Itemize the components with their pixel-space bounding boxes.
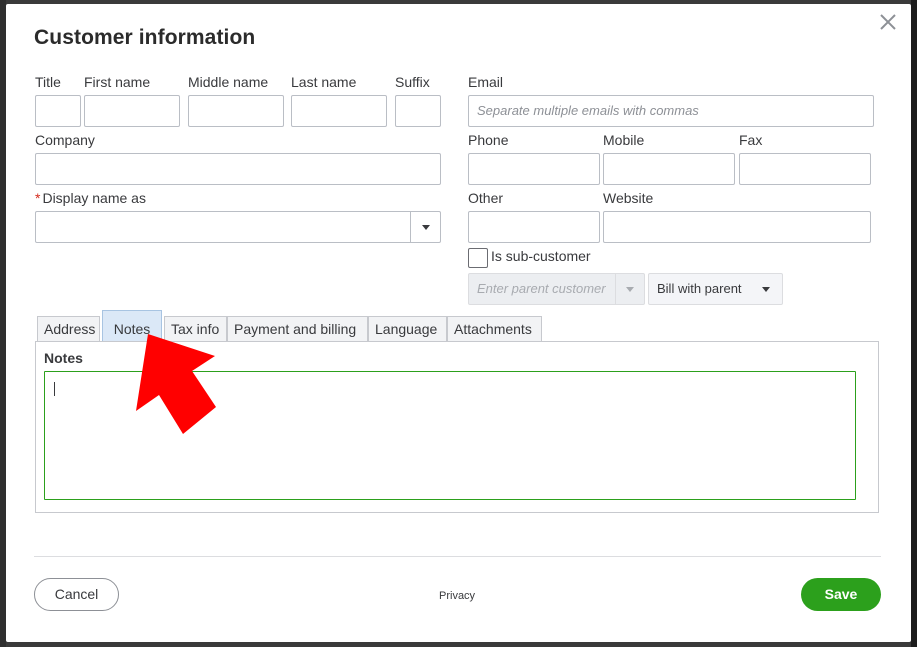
- save-button[interactable]: Save: [801, 578, 881, 611]
- first-name-input[interactable]: [84, 95, 180, 127]
- display-name-label: * Display name as: [35, 190, 146, 206]
- background-page-strip-right: [911, 0, 917, 647]
- middle-name-label: Middle name: [188, 74, 269, 90]
- company-label: Company: [35, 132, 95, 148]
- text-cursor: [54, 382, 55, 396]
- title-input[interactable]: [35, 95, 81, 127]
- chevron-down-icon[interactable]: [615, 274, 644, 304]
- fax-input[interactable]: [739, 153, 871, 185]
- tab-attachments[interactable]: Attachments: [447, 316, 542, 342]
- other-label: Other: [468, 190, 504, 206]
- suffix-input[interactable]: [395, 95, 441, 127]
- website-label: Website: [603, 190, 654, 206]
- dialog-title: Customer information: [34, 26, 256, 49]
- first-name-label: First name: [84, 74, 151, 90]
- fax-label: Fax: [739, 132, 763, 148]
- last-name-label: Last name: [291, 74, 357, 90]
- notes-label: Notes: [44, 350, 83, 366]
- mobile-input[interactable]: [603, 153, 735, 185]
- display-name-label-text: Display name as: [42, 190, 146, 206]
- suffix-label: Suffix: [395, 74, 430, 90]
- phone-label: Phone: [468, 132, 509, 148]
- privacy-link[interactable]: Privacy: [439, 590, 475, 602]
- required-marker: *: [35, 190, 41, 206]
- chevron-down-icon[interactable]: [410, 212, 440, 242]
- website-input[interactable]: [603, 211, 871, 243]
- last-name-input[interactable]: [291, 95, 387, 127]
- red-arrow-icon: [136, 334, 216, 434]
- bill-with-parent-label: Bill with parent: [657, 281, 742, 296]
- close-icon[interactable]: [876, 10, 900, 34]
- tab-address[interactable]: Address: [37, 316, 100, 342]
- phone-input[interactable]: [468, 153, 600, 185]
- cancel-button[interactable]: Cancel: [34, 578, 119, 611]
- caret-down-icon: [762, 287, 770, 292]
- tab-payment-and-billing[interactable]: Payment and billing: [227, 316, 368, 342]
- email-input[interactable]: Separate multiple emails with commas: [468, 95, 874, 127]
- sub-customer-checkbox[interactable]: [468, 248, 488, 268]
- customer-information-dialog: Customer information Title First name Mi…: [6, 4, 911, 642]
- tab-language[interactable]: Language: [368, 316, 447, 342]
- bill-with-parent-select[interactable]: Bill with parent: [648, 273, 783, 305]
- display-name-select[interactable]: [35, 211, 441, 243]
- sub-customer-label: Is sub-customer: [491, 248, 591, 264]
- middle-name-input[interactable]: [188, 95, 284, 127]
- company-input[interactable]: [35, 153, 441, 185]
- email-label: Email: [468, 74, 504, 90]
- mobile-label: Mobile: [603, 132, 645, 148]
- title-label: Title: [35, 74, 61, 90]
- footer-divider: [34, 556, 881, 557]
- other-input[interactable]: [468, 211, 600, 243]
